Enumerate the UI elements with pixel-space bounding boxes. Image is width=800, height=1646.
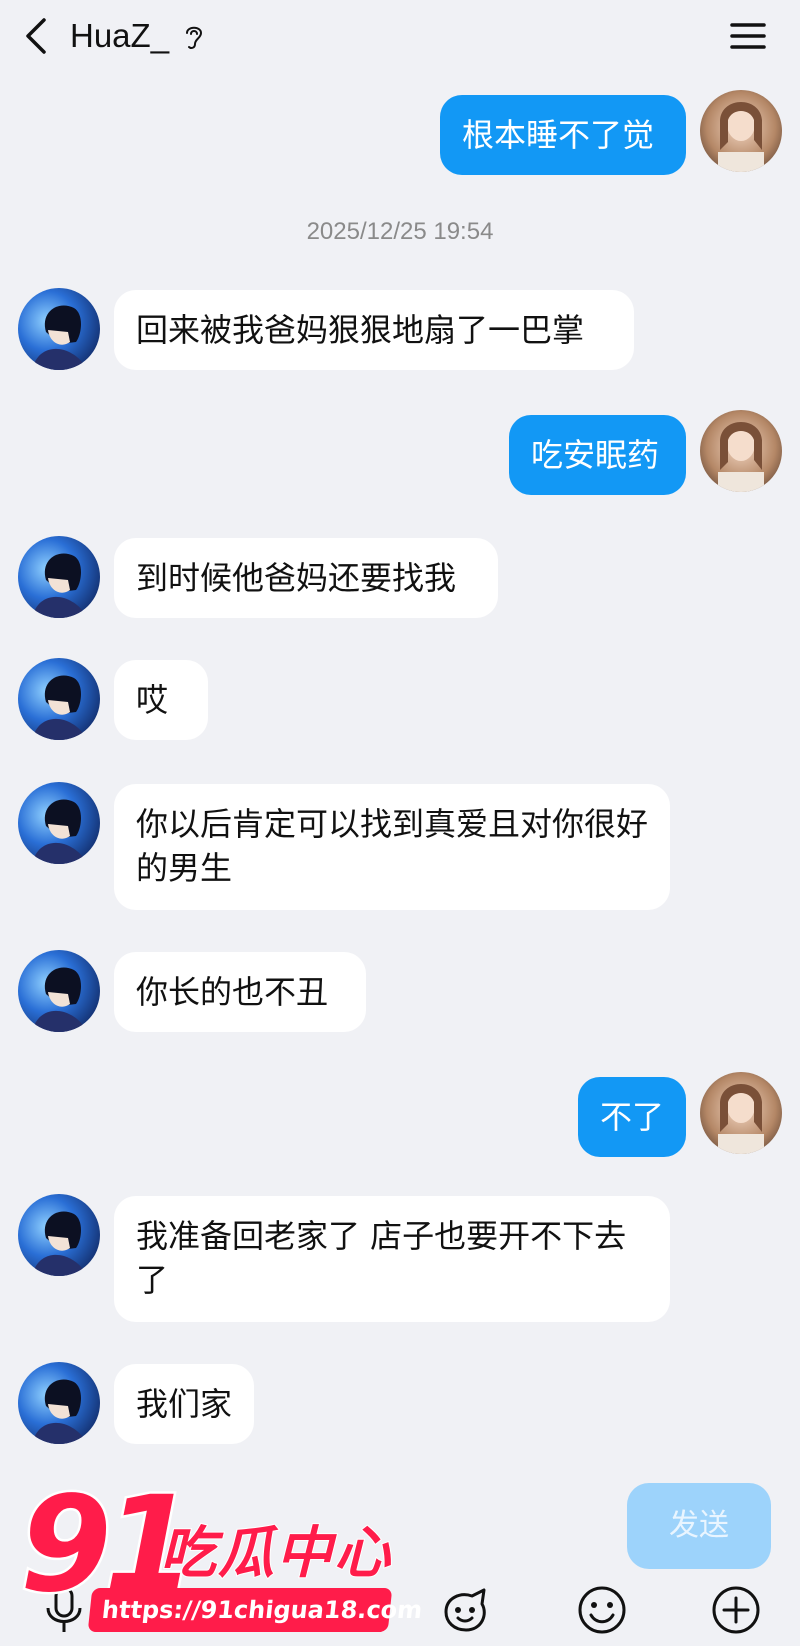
- timestamp: 2025/12/25 19:54: [306, 218, 494, 245]
- contact-avatar[interactable]: [18, 1362, 100, 1444]
- ear-icon: [182, 22, 206, 52]
- plus-icon[interactable]: [708, 1582, 764, 1638]
- contact-avatar[interactable]: [18, 536, 100, 618]
- contact-avatar[interactable]: [18, 782, 100, 864]
- contact-avatar[interactable]: [18, 950, 100, 1032]
- menu-button[interactable]: [728, 16, 768, 56]
- chevron-left-icon: [26, 18, 46, 54]
- message-bubble-self[interactable]: 不了: [578, 1077, 686, 1157]
- message-bubble-contact[interactable]: 我准备回老家了 店子也要开不下去了: [114, 1196, 670, 1322]
- sticker-face-icon[interactable]: [438, 1582, 494, 1638]
- message-bubble-self[interactable]: 根本睡不了觉: [440, 95, 686, 175]
- message-bubble-contact[interactable]: 你长的也不丑: [114, 952, 366, 1032]
- self-avatar[interactable]: [700, 1072, 782, 1154]
- chat-title[interactable]: HuaZ_: [70, 14, 169, 58]
- message-bubble-contact[interactable]: 我们家: [114, 1364, 254, 1444]
- contact-avatar[interactable]: [18, 288, 100, 370]
- send-button[interactable]: 发送: [627, 1483, 771, 1569]
- message-bubble-contact[interactable]: 你以后肯定可以找到真爱且对你很好的男生: [114, 784, 670, 910]
- emoji-icon[interactable]: [574, 1582, 630, 1638]
- message-bubble-contact[interactable]: 哎: [114, 660, 208, 740]
- watermark-text: 吃瓜中心: [159, 1520, 392, 1587]
- self-avatar[interactable]: [700, 410, 782, 492]
- self-avatar[interactable]: [700, 90, 782, 172]
- watermark-url: https://91chigua18.com: [87, 1588, 424, 1632]
- hamburger-menu-icon: [730, 23, 766, 49]
- back-button[interactable]: [18, 14, 58, 58]
- message-bubble-self[interactable]: 吃安眠药: [509, 415, 686, 495]
- message-bubble-contact[interactable]: 到时候他爸妈还要找我: [114, 538, 498, 618]
- contact-avatar[interactable]: [18, 1194, 100, 1276]
- chat-header: HuaZ_: [0, 0, 800, 72]
- message-bubble-contact[interactable]: 回来被我爸妈狠狠地扇了一巴掌: [114, 290, 634, 370]
- contact-avatar[interactable]: [18, 658, 100, 740]
